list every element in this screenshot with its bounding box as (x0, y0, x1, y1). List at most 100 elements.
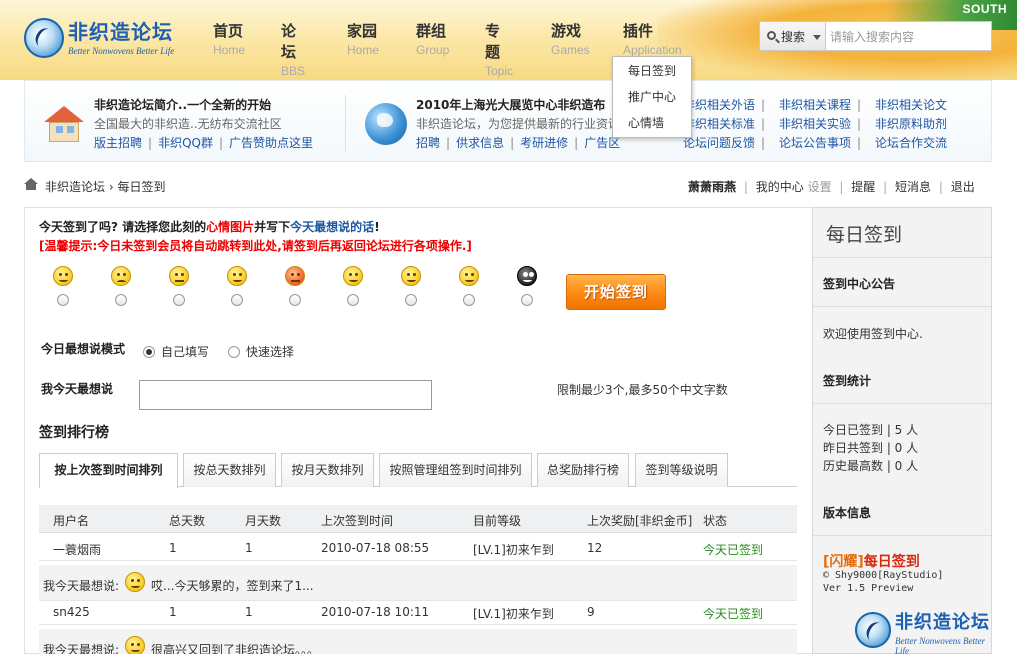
tab-admin-sign-time[interactable]: 按照管理组签到时间排列 (379, 453, 532, 487)
link-announcements[interactable]: 论坛公告事项 (779, 136, 851, 150)
nav-label: 专题 (485, 22, 501, 61)
list-item: 我今天最想说: 哎...今天够累的，签到来了1... (39, 565, 797, 601)
link-foreign-lang[interactable]: 非织相关外语 (683, 98, 755, 112)
mood-radio[interactable] (289, 294, 301, 306)
intro-title[interactable]: 非织造论坛简介..一个全新的开始 (94, 96, 271, 113)
mood-cool-icon[interactable] (517, 266, 537, 286)
mood-radio[interactable] (521, 294, 533, 306)
link-papers[interactable]: 非织相关论文 (875, 98, 947, 112)
say-hint: 限制最少3个,最多50个中文字数 (557, 383, 728, 397)
mood-shy-icon[interactable] (459, 266, 479, 286)
nav-application[interactable]: 插件 Application (623, 20, 682, 60)
radio-unselected[interactable] (228, 346, 240, 358)
nav-games[interactable]: 游戏 Games (551, 20, 590, 60)
messages-link[interactable]: 短消息 (895, 180, 931, 194)
radio-selected[interactable] (143, 346, 155, 358)
mood-excited-icon[interactable] (401, 266, 421, 286)
globe-icon (365, 103, 407, 145)
tab-month-days[interactable]: 按月天数排列 (281, 453, 374, 487)
user-bar: 萧萧雨燕 | 我的中心 设置 | 提醒 | 短消息 | 退出 (688, 180, 975, 194)
username-link[interactable]: 萧萧雨燕 (688, 180, 736, 194)
mode-self-write-label: 自己填写 (161, 345, 210, 359)
stats-heading: 签到统计 (823, 374, 872, 388)
say-label: 我今天最想说 (41, 382, 114, 396)
link-feedback[interactable]: 论坛问题反馈 (683, 136, 755, 150)
menu-item-promotion[interactable]: 推广中心 (613, 85, 691, 109)
search-type-button[interactable]: 搜索 (760, 22, 826, 50)
tab-level-info[interactable]: 签到等级说明 (635, 453, 728, 487)
cell-reward: 12 (587, 541, 603, 555)
mood-happy-icon (125, 636, 145, 654)
link-experiments[interactable]: 非织相关实验 (779, 117, 851, 131)
menu-item-mood-wall[interactable]: 心情墙 (613, 111, 691, 135)
sign-tip: [温馨提示:今日未签到会员将自动跳转到此处,请签到后再返回论坛进行各项操作.] (39, 239, 472, 253)
nav-sublabel: BBS (281, 64, 306, 78)
notice-text: 欢迎使用签到中心. (823, 327, 923, 341)
divider (345, 95, 346, 151)
nav-topic[interactable]: 专题 Topic (485, 20, 513, 78)
tab-total-days[interactable]: 按总天数排列 (183, 453, 276, 487)
link-moderator-recruit[interactable]: 版主招聘 (94, 136, 142, 150)
nav-group[interactable]: 群组 Group (416, 20, 449, 60)
link-ad-area[interactable]: 广告区 (584, 136, 620, 150)
tab-last-sign-time[interactable]: 按上次签到时间排列 (39, 453, 178, 488)
link-graduate-study[interactable]: 考研进修 (520, 136, 568, 150)
mood-radio[interactable] (463, 294, 475, 306)
search-input[interactable]: 请输入搜索内容 (830, 28, 988, 45)
link-courses[interactable]: 非织相关课程 (779, 98, 851, 112)
start-sign-button[interactable]: 开始签到 (566, 274, 666, 310)
link-standards[interactable]: 非织相关标准 (683, 117, 755, 131)
link-recruit[interactable]: 招聘 (416, 136, 440, 150)
tab-total-rewards[interactable]: 总奖励排行榜 (537, 453, 629, 487)
nav-bbs[interactable]: 论坛 BBS (281, 20, 305, 78)
nav-label: 游戏 (551, 22, 582, 40)
nav-homeland[interactable]: 家园 Home (347, 20, 379, 60)
my-center-link[interactable]: 我的中心 (756, 180, 804, 194)
breadcrumb-site[interactable]: 非织造论坛 (45, 180, 105, 194)
logo-icon (855, 612, 891, 648)
mood-radio[interactable] (231, 294, 243, 306)
mood-radio[interactable] (405, 294, 417, 306)
mood-proud-icon[interactable] (343, 266, 363, 286)
mood-angry-icon[interactable] (285, 266, 305, 286)
expo-links: 招聘 | 供求信息 | 考研进修 | 广告区 (416, 136, 621, 150)
link-cooperation[interactable]: 论坛合作交流 (875, 136, 947, 150)
mood-sad-icon[interactable] (111, 266, 131, 286)
mood-radio[interactable] (173, 294, 185, 306)
say-prefix: 我今天最想说: (43, 643, 120, 654)
nav-home[interactable]: 首页 Home (213, 20, 245, 60)
col-status: 状态 (703, 514, 728, 528)
mode-quick-select-option[interactable]: 快速选择 (228, 343, 294, 360)
mood-sleepy-icon[interactable] (227, 266, 247, 286)
nav-label: 插件 (623, 22, 654, 40)
cell-username[interactable]: sn425 (53, 605, 90, 619)
breadcrumb-sep: › (108, 180, 114, 194)
settings-link[interactable]: 设置 (808, 180, 832, 194)
mode-self-write-option[interactable]: 自己填写 (143, 343, 209, 360)
search-box: 搜索 请输入搜索内容 (759, 21, 992, 51)
remind-link[interactable]: 提醒 (851, 180, 875, 194)
mood-radio[interactable] (57, 294, 69, 306)
mood-radio[interactable] (115, 294, 127, 306)
divider (813, 403, 991, 404)
link-qq-group[interactable]: 非织QQ群 (158, 136, 213, 150)
link-supply-demand[interactable]: 供求信息 (456, 136, 504, 150)
mood-bored-icon[interactable] (169, 266, 189, 286)
quick-links-col-1: 非织相关外语 | 非织相关标准 | 论坛问题反馈 | (683, 98, 766, 150)
nav-sublabel: Application (623, 43, 682, 57)
logout-link[interactable]: 退出 (951, 180, 975, 194)
ranking-tabs: 按上次签到时间排列 按总天数排列 按月天数排列 按照管理组签到时间排列 总奖励排… (39, 453, 797, 488)
site-logo[interactable]: 非织造论坛 Better Nonwovens Better Life (24, 14, 194, 62)
menu-item-daily-sign[interactable]: 每日签到 (613, 59, 691, 83)
expo-title[interactable]: 2010年上海光大展览中心非织造布 (416, 96, 605, 113)
mood-radio[interactable] (347, 294, 359, 306)
say-input[interactable] (139, 380, 432, 410)
home-icon[interactable] (24, 178, 38, 190)
mood-happy-icon[interactable] (53, 266, 73, 286)
cell-username[interactable]: 一蓑烟雨 (53, 541, 101, 558)
link-materials[interactable]: 非织原料助剂 (875, 117, 947, 131)
chevron-down-icon (813, 35, 821, 40)
cell-reward: 9 (587, 605, 595, 619)
search-type-label: 搜索 (781, 30, 806, 44)
link-ad-sponsor[interactable]: 广告赞助点这里 (229, 136, 313, 150)
